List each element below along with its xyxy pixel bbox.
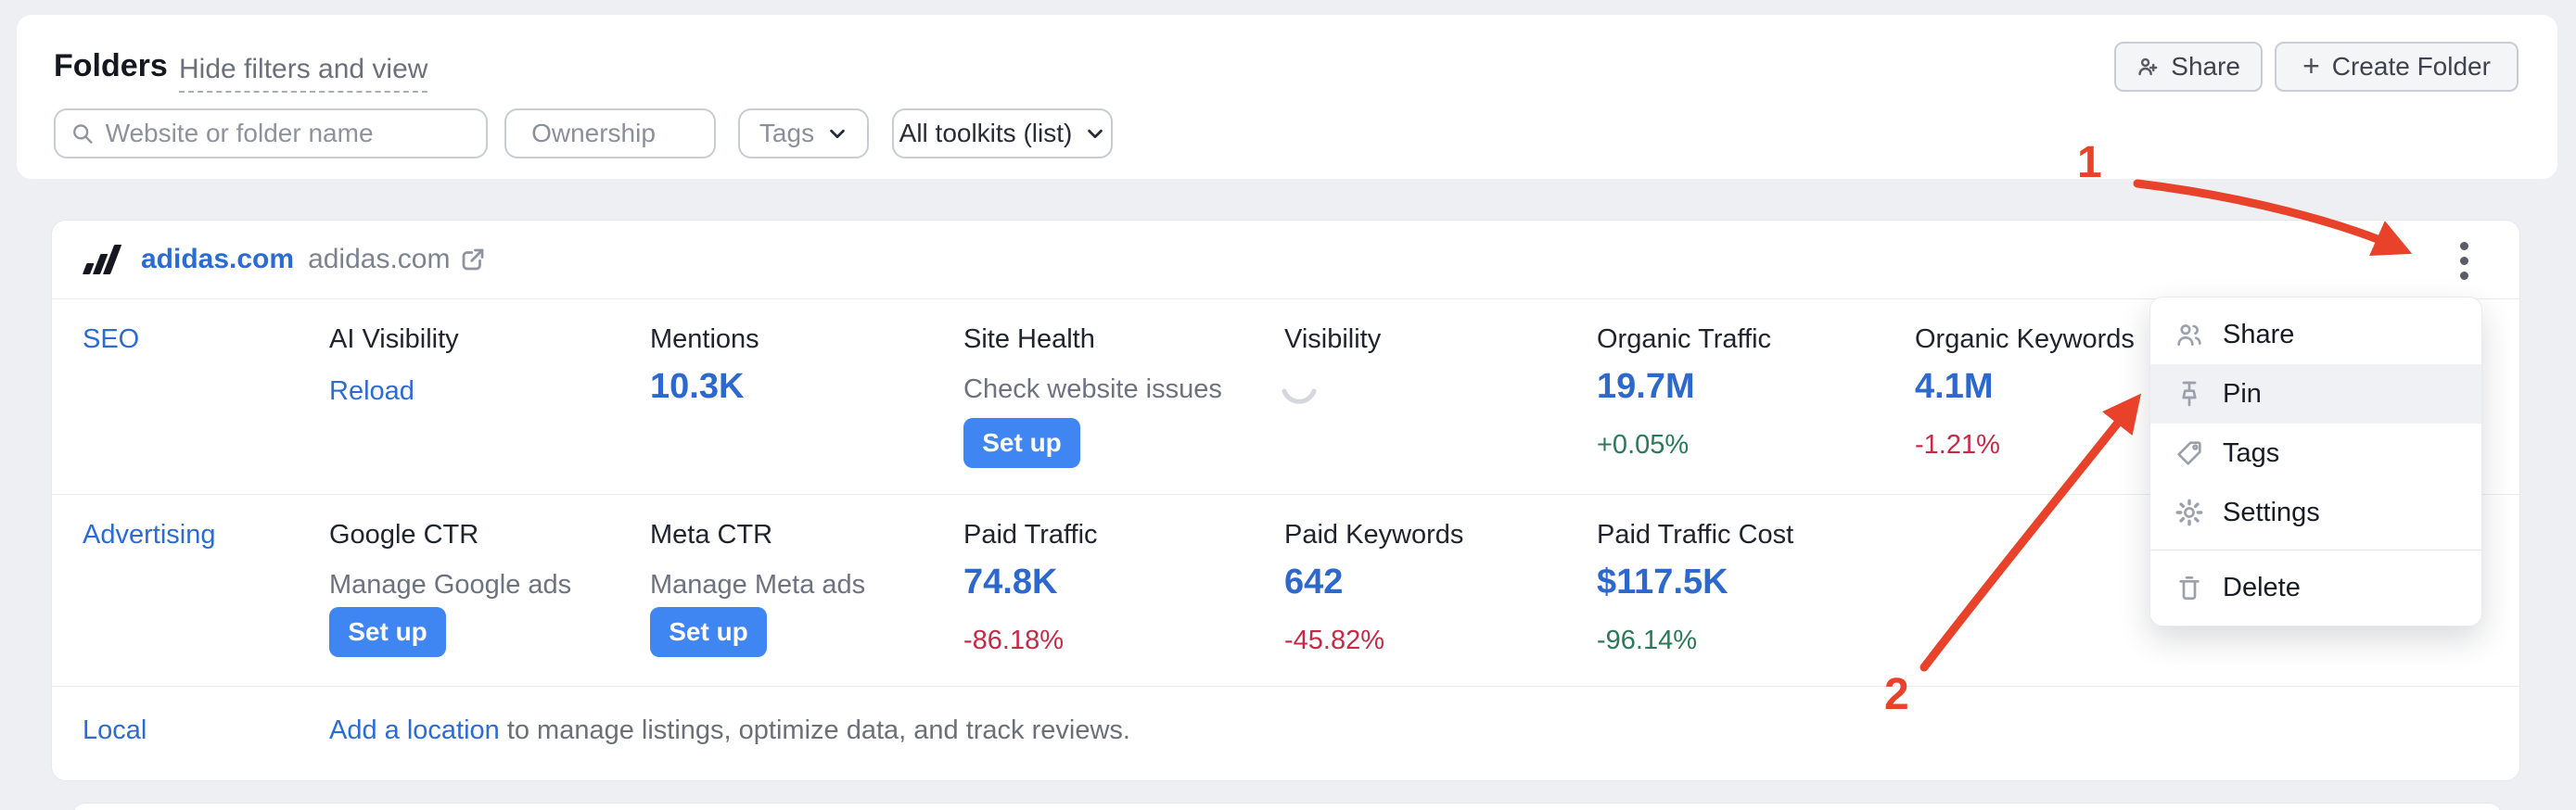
paid-traffic-cost-label: Paid Traffic Cost (1597, 520, 1793, 551)
menu-item-tags[interactable]: Tags (2150, 424, 2481, 483)
chevron-down-icon (1085, 123, 1105, 144)
menu-item-delete-label: Delete (2223, 573, 2301, 603)
paid-keywords-value: 642 (1284, 563, 1343, 602)
local-section-link[interactable]: Local (83, 715, 147, 746)
trash-icon (2174, 573, 2204, 602)
gear-icon (2174, 498, 2204, 527)
google-ctr-hint: Manage Google ads (329, 570, 571, 601)
ownership-filter-label: Ownership (531, 119, 656, 148)
organic-traffic-value: 19.7M (1597, 367, 1695, 407)
organic-keywords-label: Organic Keywords (1915, 324, 2135, 355)
tags-filter-label: Tags (759, 119, 814, 148)
toolkits-filter[interactable]: All toolkits (list) (892, 108, 1113, 158)
tags-filter[interactable]: Tags (738, 108, 869, 158)
pin-icon (2174, 379, 2204, 409)
divider (52, 298, 2519, 299)
organic-traffic-label: Organic Traffic (1597, 324, 1771, 355)
paid-traffic-cost-value: $117.5K (1597, 563, 1728, 602)
plus-icon: + (2302, 51, 2320, 81)
organic-traffic-delta: +0.05% (1597, 430, 1689, 461)
paid-traffic-value: 74.8K (963, 563, 1057, 602)
kebab-menu-button[interactable] (2445, 237, 2482, 284)
create-folder-button[interactable]: + Create Folder (2275, 42, 2519, 92)
site-title-link[interactable]: adidas.com (141, 244, 294, 275)
ownership-filter[interactable]: Ownership (504, 108, 716, 158)
site-domain-text: adidas.com (308, 244, 450, 275)
organic-keywords-value: 4.1M (1915, 367, 1993, 407)
menu-item-share-label: Share (2223, 320, 2294, 350)
menu-item-pin[interactable]: Pin (2150, 364, 2481, 424)
menu-item-tags-label: Tags (2223, 438, 2279, 469)
page-title: Folders (54, 48, 168, 84)
hide-filters-link[interactable]: Hide filters and view (179, 54, 427, 93)
search-input[interactable] (106, 119, 471, 148)
advertising-section-link[interactable]: Advertising (83, 520, 215, 551)
mentions-value: 10.3K (650, 367, 744, 407)
folders-page: Folders Hide filters and view Ownership … (0, 0, 2576, 810)
create-folder-label: Create Folder (2332, 52, 2491, 82)
google-ctr-label: Google CTR (329, 520, 478, 551)
paid-traffic-label: Paid Traffic (963, 520, 1098, 551)
add-location-link[interactable]: Add a location (329, 715, 500, 745)
mentions-label: Mentions (650, 324, 759, 355)
divider (52, 686, 2519, 687)
menu-divider (2150, 550, 2481, 551)
chevron-down-icon (827, 123, 848, 144)
header-panel: Folders Hide filters and view Ownership … (17, 15, 2557, 179)
next-folder-card-edge (72, 803, 2502, 810)
menu-item-settings[interactable]: Settings (2150, 483, 2481, 542)
meta-ctr-setup-button[interactable]: Set up (650, 607, 767, 657)
people-icon (2174, 320, 2204, 349)
meta-ctr-label: Meta CTR (650, 520, 772, 551)
visibility-label: Visibility (1284, 324, 1381, 355)
meta-ctr-hint: Manage Meta ads (650, 570, 865, 601)
menu-item-settings-label: Settings (2223, 498, 2320, 528)
external-link-icon (459, 246, 487, 273)
menu-item-pin-label: Pin (2223, 379, 2262, 410)
ai-visibility-label: AI Visibility (329, 324, 459, 355)
organic-keywords-delta: -1.21% (1915, 430, 2000, 461)
folder-card-header: adidas.com adidas.com (52, 221, 2519, 298)
seo-section-link[interactable]: SEO (83, 324, 139, 355)
paid-traffic-cost-delta: -96.14% (1597, 626, 1697, 656)
visibility-loading-spinner (1278, 378, 1320, 408)
search-box[interactable] (54, 108, 488, 158)
site-domain-link[interactable]: adidas.com (308, 244, 487, 275)
paid-keywords-delta: -45.82% (1284, 626, 1384, 656)
folder-context-menu: Share Pin Tags Settin (2149, 297, 2482, 626)
ai-visibility-reload-link[interactable]: Reload (329, 376, 414, 407)
chevron-down-icon (669, 123, 689, 144)
toolkits-filter-label: All toolkits (list) (899, 119, 1073, 148)
share-button[interactable]: Share (2114, 42, 2263, 92)
local-sentence-text: to manage listings, optimize data, and t… (507, 715, 1130, 745)
paid-keywords-label: Paid Keywords (1284, 520, 1463, 551)
adidas-logo-icon (83, 243, 127, 276)
local-sentence: Add a locationto manage listings, optimi… (329, 715, 1130, 746)
site-health-label: Site Health (963, 324, 1095, 355)
share-button-label: Share (2171, 52, 2240, 82)
menu-item-share[interactable]: Share (2150, 305, 2481, 364)
person-plus-icon (2136, 53, 2159, 81)
google-ctr-setup-button[interactable]: Set up (329, 607, 446, 657)
search-icon (70, 120, 95, 146)
site-health-hint: Check website issues (963, 374, 1222, 405)
paid-traffic-delta: -86.18% (963, 626, 1064, 656)
site-health-setup-button[interactable]: Set up (963, 418, 1080, 468)
tag-icon (2174, 438, 2204, 468)
menu-item-delete[interactable]: Delete (2150, 558, 2481, 617)
